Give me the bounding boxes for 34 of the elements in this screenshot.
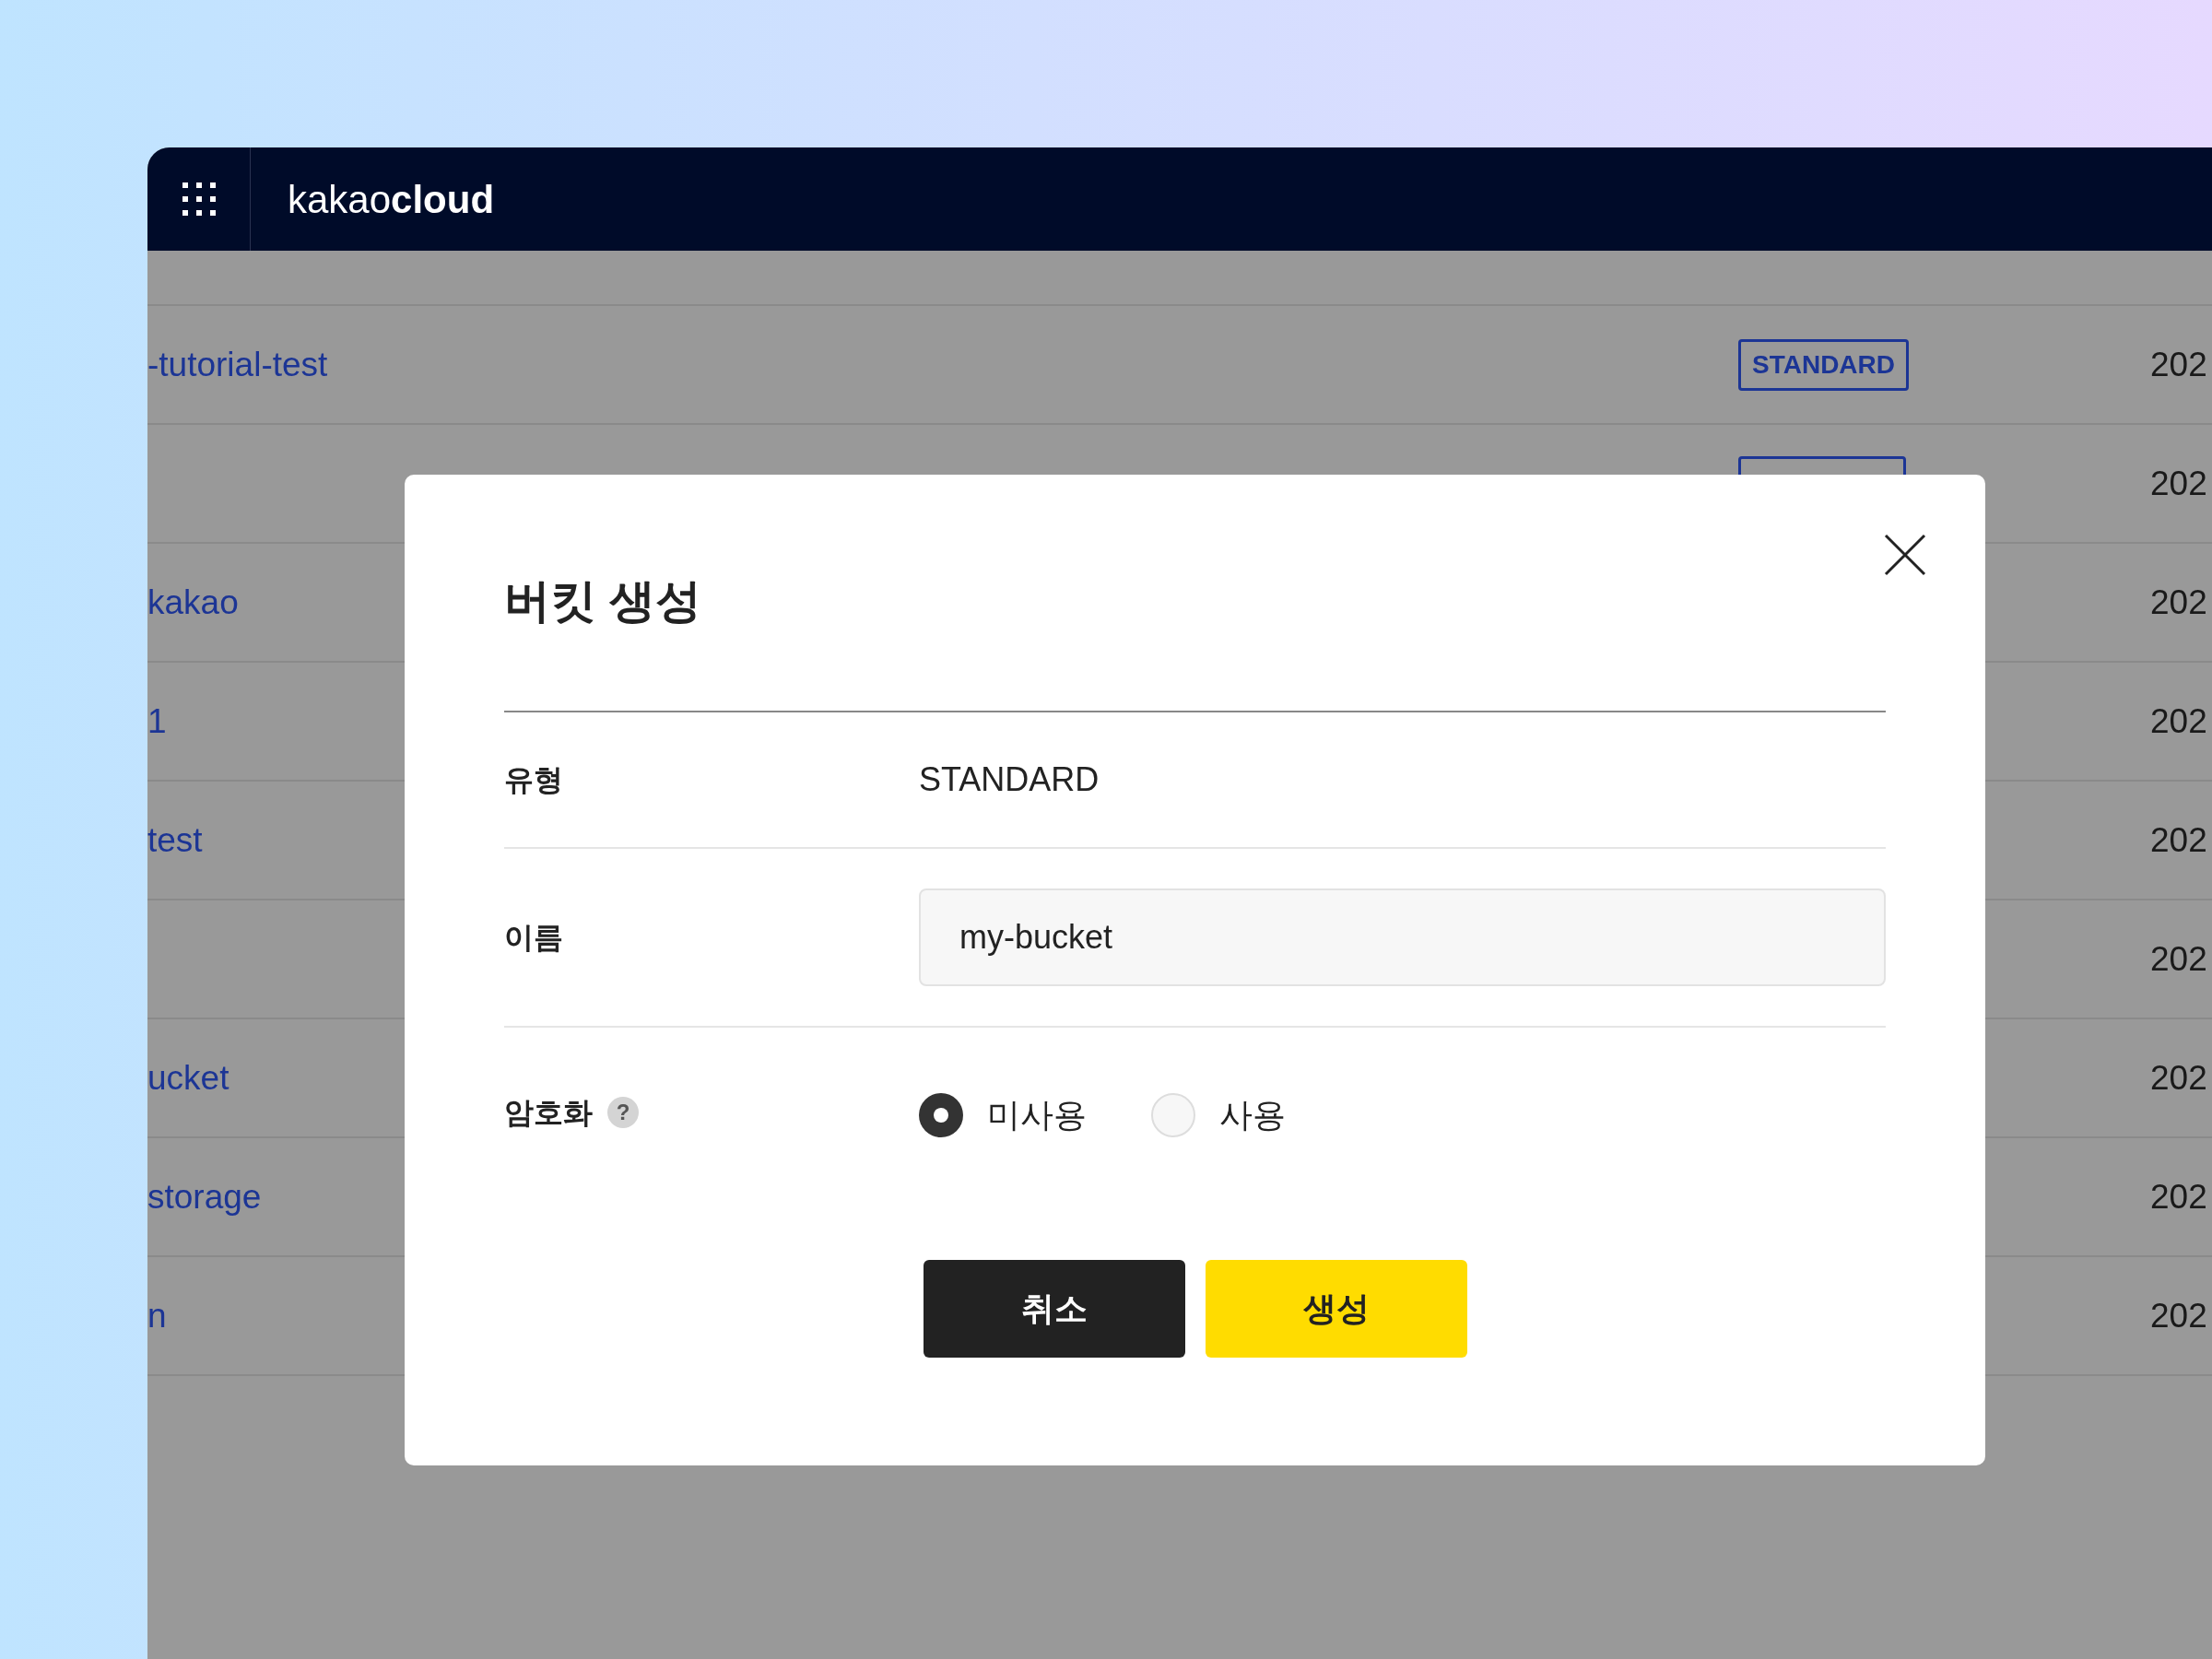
- bucket-name-link[interactable]: -tutorial-test: [147, 345, 328, 383]
- created-date: 202: [2150, 1176, 2208, 1218]
- bucket-name-link[interactable]: test: [147, 820, 203, 859]
- bucket-name-link[interactable]: storage: [147, 1177, 262, 1216]
- type-tag: STANDARD: [1738, 338, 1910, 391]
- bucket-name-link[interactable]: 1: [147, 701, 167, 740]
- created-date: 202: [2150, 938, 2208, 980]
- field-value: STANDARD: [919, 759, 1100, 800]
- created-date: 202: [2150, 582, 2208, 623]
- radio-button[interactable]: [1151, 1093, 1195, 1137]
- field-label: 유형: [504, 762, 563, 798]
- help-icon[interactable]: ?: [607, 1097, 639, 1128]
- created-date: 202: [2150, 819, 2208, 861]
- created-date: 202: [2150, 700, 2208, 742]
- field-label: 이름: [504, 920, 563, 956]
- name-input-field[interactable]: my-bucket: [919, 888, 1886, 986]
- radio-label: 미사용: [987, 1095, 1087, 1135]
- close-icon: [1884, 534, 1926, 576]
- bucket-name-link[interactable]: n: [147, 1296, 167, 1335]
- cancel-button[interactable]: 취소: [923, 1260, 1185, 1358]
- apps-grid-icon[interactable]: [180, 181, 218, 218]
- field-label: 암호화: [504, 1095, 593, 1131]
- created-date: 202: [2150, 1057, 2208, 1099]
- create-button[interactable]: 생성: [1205, 1260, 1467, 1358]
- close-button[interactable]: [1884, 534, 1926, 576]
- created-date: 202: [2150, 463, 2208, 504]
- created-date: 202: [2150, 344, 2208, 385]
- kakaocloud-logo[interactable]: kakaocloud: [288, 170, 495, 229]
- bucket-name-link[interactable]: ucket: [147, 1058, 229, 1097]
- dialog-title: 버킷 생성: [504, 578, 702, 624]
- bucket-name-link[interactable]: kakao: [147, 582, 239, 621]
- radio-label: 사용: [1219, 1095, 1286, 1135]
- created-date: 202: [2150, 1295, 2208, 1336]
- radio-button[interactable]: [919, 1093, 963, 1137]
